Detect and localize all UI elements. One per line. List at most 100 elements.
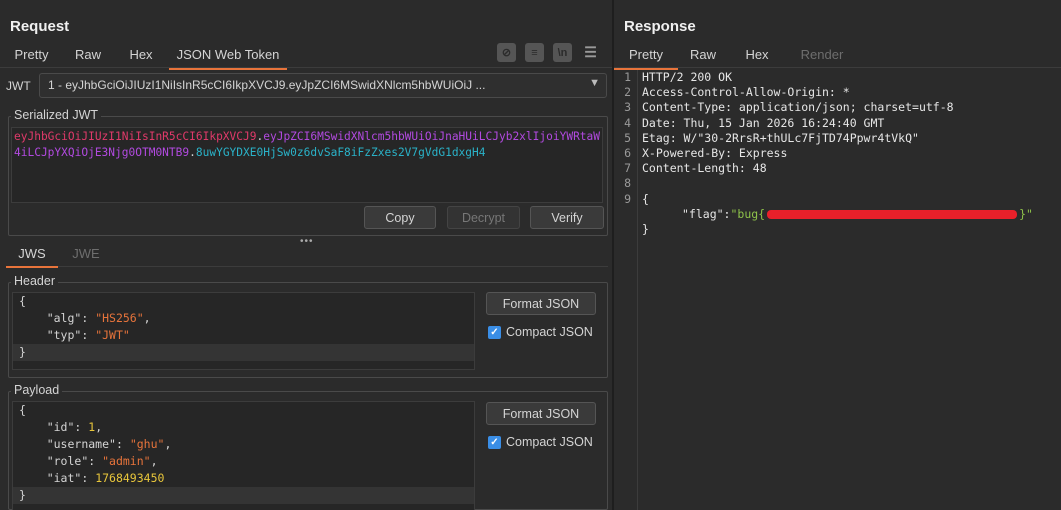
code-line: "alg": "HS256", bbox=[19, 310, 468, 327]
flag-prefix: "bug{ bbox=[730, 206, 766, 221]
header-line: X-Powered-By: Express bbox=[642, 145, 788, 160]
json-key: "username" bbox=[46, 437, 116, 451]
hide-icon[interactable]: ⊘ bbox=[497, 43, 516, 62]
json-value: "admin" bbox=[102, 454, 151, 468]
body-open-brace: { bbox=[642, 191, 649, 206]
tab-hex[interactable]: Hex bbox=[728, 44, 786, 68]
code-line: "role": "admin", bbox=[19, 453, 468, 470]
line-number: 4 bbox=[624, 115, 631, 130]
tab-json-web-token[interactable]: JSON Web Token bbox=[169, 44, 287, 70]
jwt-label: JWT bbox=[6, 79, 31, 93]
jwt-select[interactable]: 1 - eyJhbGciOiJIUzI1NiIsInR5cCI6IkpXVCJ9… bbox=[39, 73, 607, 98]
payload-editor[interactable]: { "id": 1, "username": "ghu", "role": "a… bbox=[12, 401, 475, 510]
line-number-gutter: 1 2 3 4 5 6 7 8 9 bbox=[614, 70, 638, 510]
code-line: } bbox=[13, 344, 474, 361]
open-brace: { bbox=[19, 403, 26, 417]
jwt-select-value: 1 - eyJhbGciOiJIUzI1NiIsInR5cCI6IkpXVCJ9… bbox=[48, 78, 486, 92]
copy-button[interactable]: Copy bbox=[364, 206, 436, 229]
flag-line: "flag":"bug{}" bbox=[642, 207, 1033, 222]
verify-button[interactable]: Verify bbox=[530, 206, 604, 229]
jwt-signature-part: 8uwYGYDXE0HjSw0z6dvSaF8iFzZxes2V7gVdG1dx… bbox=[195, 146, 486, 159]
close-brace: } bbox=[19, 345, 26, 359]
status-line: HTTP/2 200 OK bbox=[642, 70, 733, 84]
redaction-mark bbox=[767, 209, 1018, 219]
chevron-down-icon: ▼ bbox=[589, 77, 600, 89]
tab-jwe[interactable]: JWE bbox=[58, 240, 114, 266]
line-number: 5 bbox=[624, 130, 631, 145]
json-key: "typ" bbox=[46, 328, 82, 342]
payload-compact-json-checkbox[interactable]: ✓ Compact JSON bbox=[488, 435, 593, 449]
response-editor[interactable]: 1 2 3 4 5 6 7 8 9 HTTP/2 200 OK Access-C… bbox=[614, 70, 1061, 510]
json-value: "ghu" bbox=[129, 437, 165, 451]
compact-json-label: Compact JSON bbox=[506, 435, 593, 449]
payload-group: Payload { "id": 1, "username": "ghu", "r… bbox=[8, 383, 608, 510]
compact-json-label: Compact JSON bbox=[506, 325, 593, 339]
line-number: 8 bbox=[624, 176, 631, 191]
newline-icon[interactable]: \n bbox=[553, 43, 572, 62]
json-colon: : bbox=[81, 311, 96, 325]
header-line: Content-Length: 48 bbox=[642, 161, 767, 176]
serialized-jwt-group: Serialized JWT eyJhbGciOiJIUzI1NiIsInR5c… bbox=[8, 108, 608, 236]
body-close-brace: } bbox=[642, 221, 649, 236]
header-line: Content-Type: application/json; charset=… bbox=[642, 100, 954, 115]
line-number: 9 bbox=[624, 191, 631, 206]
serialized-jwt-text[interactable]: eyJhbGciOiJIUzI1NiIsInR5cCI6IkpXVCJ9.eyJ… bbox=[11, 127, 603, 203]
response-lines: HTTP/2 200 OK Access-Control-Allow-Origi… bbox=[642, 70, 1033, 237]
line-number: 7 bbox=[624, 161, 631, 176]
json-colon: : bbox=[88, 454, 103, 468]
header-editor[interactable]: { "alg": "HS256", "typ": "JWT" } bbox=[12, 292, 475, 370]
flag-key: "flag" bbox=[682, 206, 724, 221]
json-key: "id" bbox=[46, 420, 75, 434]
json-comma: , bbox=[150, 454, 158, 468]
header-line: Etag: W/"30-2RrsR+thULc7FjTD74Ppwr4tVkQ" bbox=[642, 130, 919, 145]
close-brace: } bbox=[19, 488, 26, 502]
json-key: "alg" bbox=[46, 311, 82, 325]
payload-format-json-button[interactable]: Format JSON bbox=[486, 402, 596, 425]
json-colon: : bbox=[74, 420, 89, 434]
json-colon: : bbox=[81, 471, 96, 485]
jwt-header-part: eyJhbGciOiJIUzI1NiIsInR5cCI6IkpXVCJ9 bbox=[14, 130, 257, 143]
request-tabs: Pretty Raw Hex JSON Web Token bbox=[0, 44, 287, 70]
header-line: Date: Thu, 15 Jan 2026 16:24:40 GMT bbox=[642, 115, 885, 130]
json-key: "role" bbox=[46, 454, 89, 468]
tab-raw[interactable]: Raw bbox=[63, 44, 113, 68]
line-number: 2 bbox=[624, 85, 631, 100]
tab-hex[interactable]: Hex bbox=[113, 44, 169, 68]
header-legend: Header bbox=[11, 274, 58, 288]
json-value: "HS256" bbox=[95, 311, 144, 325]
code-line: { bbox=[19, 402, 468, 419]
code-line: "typ": "JWT" bbox=[19, 327, 468, 344]
tab-raw[interactable]: Raw bbox=[678, 44, 728, 68]
code-line: { bbox=[19, 293, 468, 310]
json-comma: , bbox=[143, 311, 151, 325]
json-colon: : bbox=[115, 437, 130, 451]
jws-jwe-tabs: JWS JWE bbox=[6, 240, 608, 268]
wrap-icon[interactable]: ≡ bbox=[525, 43, 544, 62]
checkmark-icon: ✓ bbox=[488, 325, 501, 339]
tab-pretty[interactable]: Pretty bbox=[0, 44, 63, 68]
tab-pretty[interactable]: Pretty bbox=[614, 44, 678, 70]
json-comma: , bbox=[164, 437, 172, 451]
request-title: Request bbox=[10, 18, 70, 35]
header-line: Access-Control-Allow-Origin: * bbox=[642, 85, 850, 100]
tabs-divider bbox=[0, 67, 612, 68]
code-line: } bbox=[13, 487, 474, 504]
json-comma: , bbox=[95, 420, 103, 434]
menu-icon[interactable]: ☰ bbox=[581, 43, 600, 62]
code-line: "username": "ghu", bbox=[19, 436, 468, 453]
json-colon: : bbox=[81, 328, 96, 342]
response-tabs: Pretty Raw Hex Render bbox=[614, 44, 858, 70]
response-pane: Response Pretty Raw Hex Render 1 2 3 4 5… bbox=[614, 0, 1061, 510]
serialized-jwt-legend: Serialized JWT bbox=[11, 108, 102, 122]
header-group: Header { "alg": "HS256", "typ": "JWT" } … bbox=[8, 274, 608, 378]
code-line: "iat": 1768493450 bbox=[19, 470, 468, 487]
tab-jws[interactable]: JWS bbox=[6, 240, 58, 268]
code-line: "id": 1, bbox=[19, 419, 468, 436]
tab-render[interactable]: Render bbox=[786, 44, 858, 68]
header-compact-json-checkbox[interactable]: ✓ Compact JSON bbox=[488, 325, 593, 339]
jwt-dot: . bbox=[189, 146, 196, 159]
decrypt-button[interactable]: Decrypt bbox=[447, 206, 520, 229]
request-pane: Request Pretty Raw Hex JSON Web Token ⊘ … bbox=[0, 0, 612, 510]
header-format-json-button[interactable]: Format JSON bbox=[486, 292, 596, 315]
json-value: "JWT" bbox=[95, 328, 130, 342]
